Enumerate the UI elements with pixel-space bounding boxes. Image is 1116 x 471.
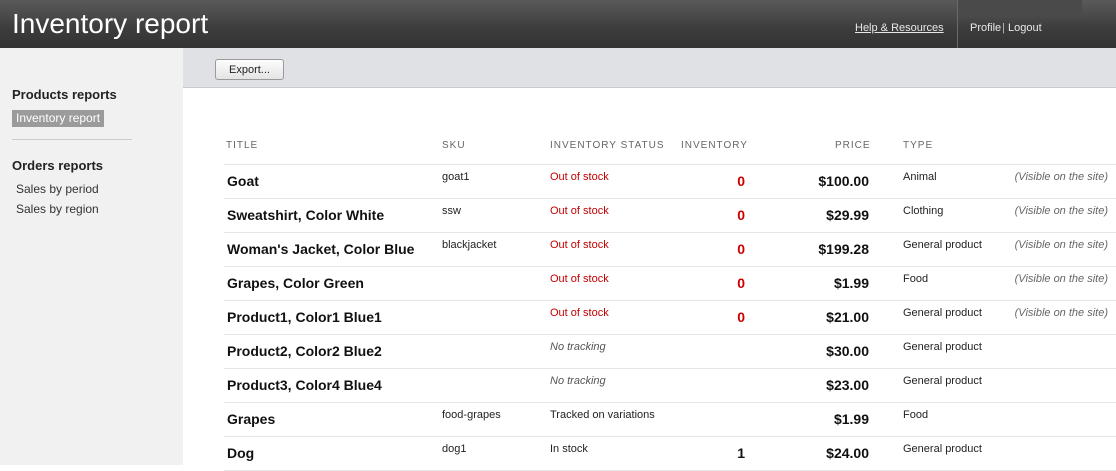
type-cell: General product — [903, 239, 982, 251]
table-row[interactable]: Dog dog1 In stock 1 $24.00 General product — [224, 437, 1116, 471]
sku-cell: dog1 — [442, 443, 467, 455]
product-title[interactable]: Grapes, Color Green — [227, 275, 364, 291]
visibility-note: (Visible on the site) — [1014, 273, 1108, 285]
table-row[interactable]: Grapes, Color Green Out of stock 0 $1.99 Foo… — [224, 267, 1116, 301]
type-cell: Animal — [903, 171, 937, 183]
product-title[interactable]: Product3, Color4 Blue4 — [227, 377, 382, 393]
product-title[interactable]: Product2, Color2 Blue2 — [227, 343, 382, 359]
toolbar: Export... — [183, 48, 1116, 88]
table-row[interactable]: Product2, Color2 Blue2 No tracking $30.00 G… — [224, 335, 1116, 369]
help-resources-link[interactable]: Help & Resources — [855, 22, 944, 34]
product-title[interactable]: Dog — [227, 445, 254, 461]
sidebar-item-inventory-report[interactable]: Inventory report — [12, 110, 104, 127]
sidebar-divider — [12, 139, 132, 140]
column-header-title[interactable]: TITLE — [226, 140, 258, 151]
inventory-count-cell: 1 — [737, 445, 745, 461]
price-cell: $29.99 — [826, 207, 869, 223]
product-title[interactable]: Product1, Color1 Blue1 — [227, 309, 382, 325]
visibility-note: (Visible on the site) — [1014, 205, 1108, 217]
header-separator: | — [1002, 22, 1005, 34]
type-cell: General product — [903, 341, 982, 353]
inventory-status-cell: Out of stock — [550, 307, 609, 319]
sidebar-heading-products-reports: Products reports — [12, 87, 117, 102]
inventory-status-cell: Out of stock — [550, 273, 609, 285]
inventory-status-cell: No tracking — [550, 375, 606, 387]
visibility-note: (Visible on the site) — [1014, 171, 1108, 183]
sku-cell: blackjacket — [442, 239, 497, 251]
inventory-count-cell: 0 — [737, 173, 745, 189]
type-cell: General product — [903, 375, 982, 387]
type-cell: General product — [903, 307, 982, 319]
price-cell: $199.28 — [818, 241, 869, 257]
type-cell: Food — [903, 273, 929, 285]
inventory-count-cell: 0 — [737, 309, 745, 325]
column-header-type[interactable]: TYPE — [903, 140, 933, 151]
inventory-status-cell: In stock — [550, 443, 588, 455]
price-cell: $24.00 — [826, 445, 869, 461]
export-button[interactable]: Export... — [215, 59, 284, 80]
type-cell: Food — [903, 409, 929, 421]
sidebar-item-sales-by-region[interactable]: Sales by region — [16, 202, 99, 216]
top-header: Inventory report Help & Resources Profil… — [0, 0, 1116, 48]
type-cell: Clothing — [903, 205, 944, 217]
header-user-area — [958, 0, 1082, 17]
price-cell: $1.99 — [833, 275, 869, 291]
visibility-note: (Visible on the site) — [1014, 307, 1108, 319]
table-body: Goat goat1 Out of stock 0 $100.00 Animal (Visi… — [224, 165, 1116, 471]
table-row[interactable]: Product1, Color1 Blue1 Out of stock 0 $21.0… — [224, 301, 1116, 335]
table-row[interactable]: Woman's Jacket, Color Blue blackjacket Out… — [224, 233, 1116, 267]
inventory-status-cell: Out of stock — [550, 239, 609, 251]
price-cell: $1.99 — [833, 411, 869, 427]
column-header-sku[interactable]: SKU — [442, 140, 466, 151]
sidebar-item-sales-by-period[interactable]: Sales by period — [16, 182, 99, 196]
table-row[interactable]: Goat goat1 Out of stock 0 $100.00 Animal (Visi… — [224, 165, 1116, 199]
price-cell: $23.00 — [826, 377, 869, 393]
product-title[interactable]: Woman's Jacket, Color Blue — [227, 241, 414, 257]
sidebar: Products reports Inventory report Orders… — [0, 48, 183, 465]
sku-cell: food-grapes — [442, 409, 501, 421]
inventory-status-cell: Out of stock — [550, 171, 609, 183]
page-title: Inventory report — [12, 8, 209, 39]
table-row[interactable]: Product3, Color4 Blue4 No tracking $23.00 G… — [224, 369, 1116, 403]
inventory-count-cell: 0 — [737, 275, 745, 291]
inventory-status-cell: Out of stock — [550, 205, 609, 217]
table-row[interactable]: Sweatshirt, Color White ssw Out of stock 0 $… — [224, 199, 1116, 233]
product-title[interactable]: Goat — [227, 173, 259, 189]
type-cell: General product — [903, 443, 982, 455]
product-title[interactable]: Sweatshirt, Color White — [227, 207, 384, 223]
sidebar-heading-orders-reports: Orders reports — [12, 158, 104, 173]
sku-cell: ssw — [442, 205, 461, 217]
table-row[interactable]: Grapes food-grapes Tracked on variations $1… — [224, 403, 1116, 437]
price-cell: $100.00 — [818, 173, 869, 189]
sku-cell: goat1 — [442, 171, 470, 183]
inventory-status-cell: No tracking — [550, 341, 606, 353]
inventory-table: TITLE SKU INVENTORY STATUS INVENTORY PRI… — [224, 134, 1116, 471]
price-cell: $21.00 — [826, 309, 869, 325]
inventory-count-cell: 0 — [737, 207, 745, 223]
inventory-status-cell: Tracked on variations — [550, 409, 655, 421]
table-header: TITLE SKU INVENTORY STATUS INVENTORY PRI… — [224, 134, 1116, 165]
inventory-count-cell: 0 — [737, 241, 745, 257]
column-header-inventory[interactable]: INVENTORY — [681, 140, 748, 151]
profile-link[interactable]: Profile — [970, 22, 1001, 34]
column-header-inventory-status[interactable]: INVENTORY STATUS — [550, 140, 665, 151]
visibility-note: (Visible on the site) — [1014, 239, 1108, 251]
product-title[interactable]: Grapes — [227, 411, 275, 427]
logout-link[interactable]: Logout — [1008, 22, 1042, 34]
price-cell: $30.00 — [826, 343, 869, 359]
column-header-price[interactable]: PRICE — [835, 140, 871, 151]
